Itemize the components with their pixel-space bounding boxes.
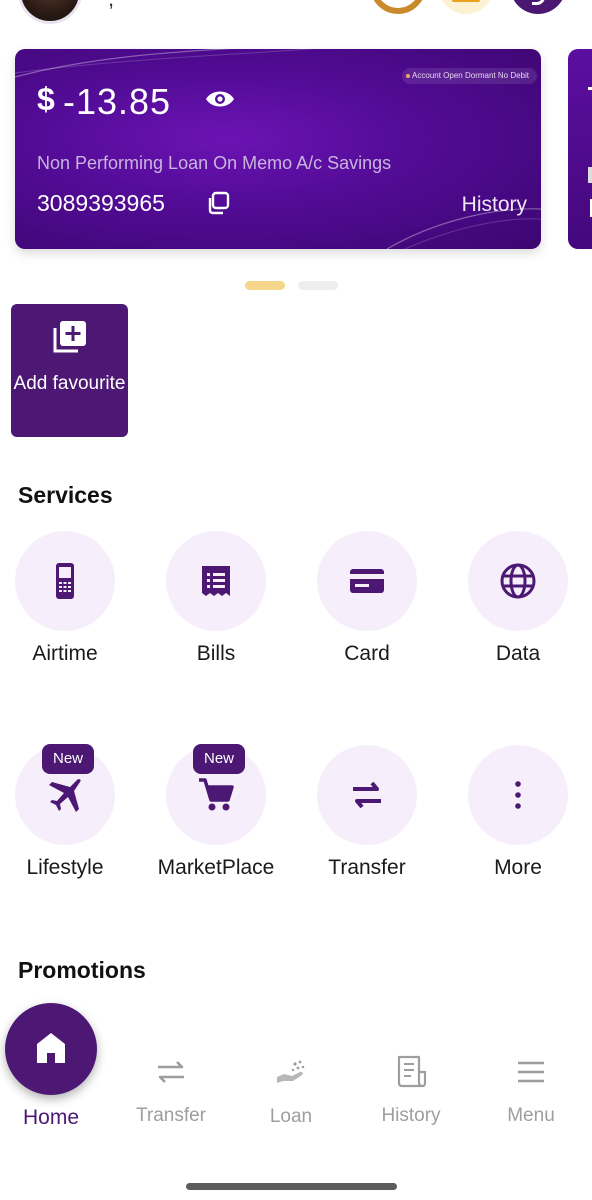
cart-icon [199,778,234,811]
services-heading: Services [18,482,113,508]
service-label: Bills [196,642,236,665]
account-status-badge: Account Open Dormant No Debit [402,68,537,84]
currency-symbol: $ [37,81,55,117]
nav-label: Loan [269,1106,313,1127]
service-label: Card [344,642,390,665]
loan-hand-icon [277,1060,305,1083]
system-home-indicator[interactable] [186,1183,397,1190]
phone-icon [56,563,74,599]
new-badge: New [193,744,245,774]
nav-loan[interactable]: Loan [236,1058,346,1128]
nav-transfer[interactable]: Transfer [116,1058,226,1128]
wallet-icon[interactable] [438,0,494,14]
home-icon [37,1033,65,1063]
account-status-text: Account Open Dormant No Debit [412,71,529,80]
receipt-history-icon [397,1055,427,1088]
nav-menu[interactable]: Menu [476,1058,586,1128]
add-favourite-button[interactable]: Add favourite [11,304,128,437]
account-name: Non Performing Loan On Memo A/c Savings [37,153,392,173]
hamburger-menu-icon [518,1061,544,1083]
service-label: MarketPlace [157,856,275,879]
profile-avatar[interactable] [18,0,82,24]
nav-home-label[interactable]: Home [0,1106,102,1130]
transfer-icon [158,1061,184,1083]
support-icon[interactable] [510,0,566,14]
new-badge: New [42,744,94,774]
carousel-dot-active[interactable] [245,281,285,290]
service-label: Transfer [328,856,406,879]
history-link[interactable]: History [462,193,527,217]
more-vertical-icon [515,781,521,809]
nav-home-button[interactable] [5,1003,97,1095]
reward-coin-icon[interactable] [370,0,426,14]
copy-icon[interactable] [206,191,230,215]
account-balance: -13.85 [63,81,172,122]
eye-icon[interactable] [205,89,235,109]
card-icon [350,569,384,593]
nav-label: History [381,1105,441,1126]
globe-icon [500,563,536,599]
promotions-heading: Promotions [18,957,146,983]
transfer-arrows-icon [353,781,381,809]
service-label: More [494,856,542,879]
add-favourite-label: Add favourite [13,373,126,394]
add-favourite-icon [53,321,86,353]
plane-icon [49,779,81,812]
service-label: Airtime [32,642,98,665]
service-label: Lifestyle [26,856,104,879]
nav-label: Transfer [135,1105,207,1126]
greeting-text-fragment: , [108,0,114,12]
nav-history[interactable]: History [356,1054,466,1128]
account-card[interactable]: Account Open Dormant No Debit $ -13.85 N… [15,49,541,249]
receipt-icon [202,566,230,596]
nav-label: Menu [507,1105,555,1126]
carousel-dot[interactable] [298,281,338,290]
next-account-card[interactable] [568,49,592,249]
service-label: Data [495,642,541,665]
account-number: 3089393965 [37,190,165,216]
